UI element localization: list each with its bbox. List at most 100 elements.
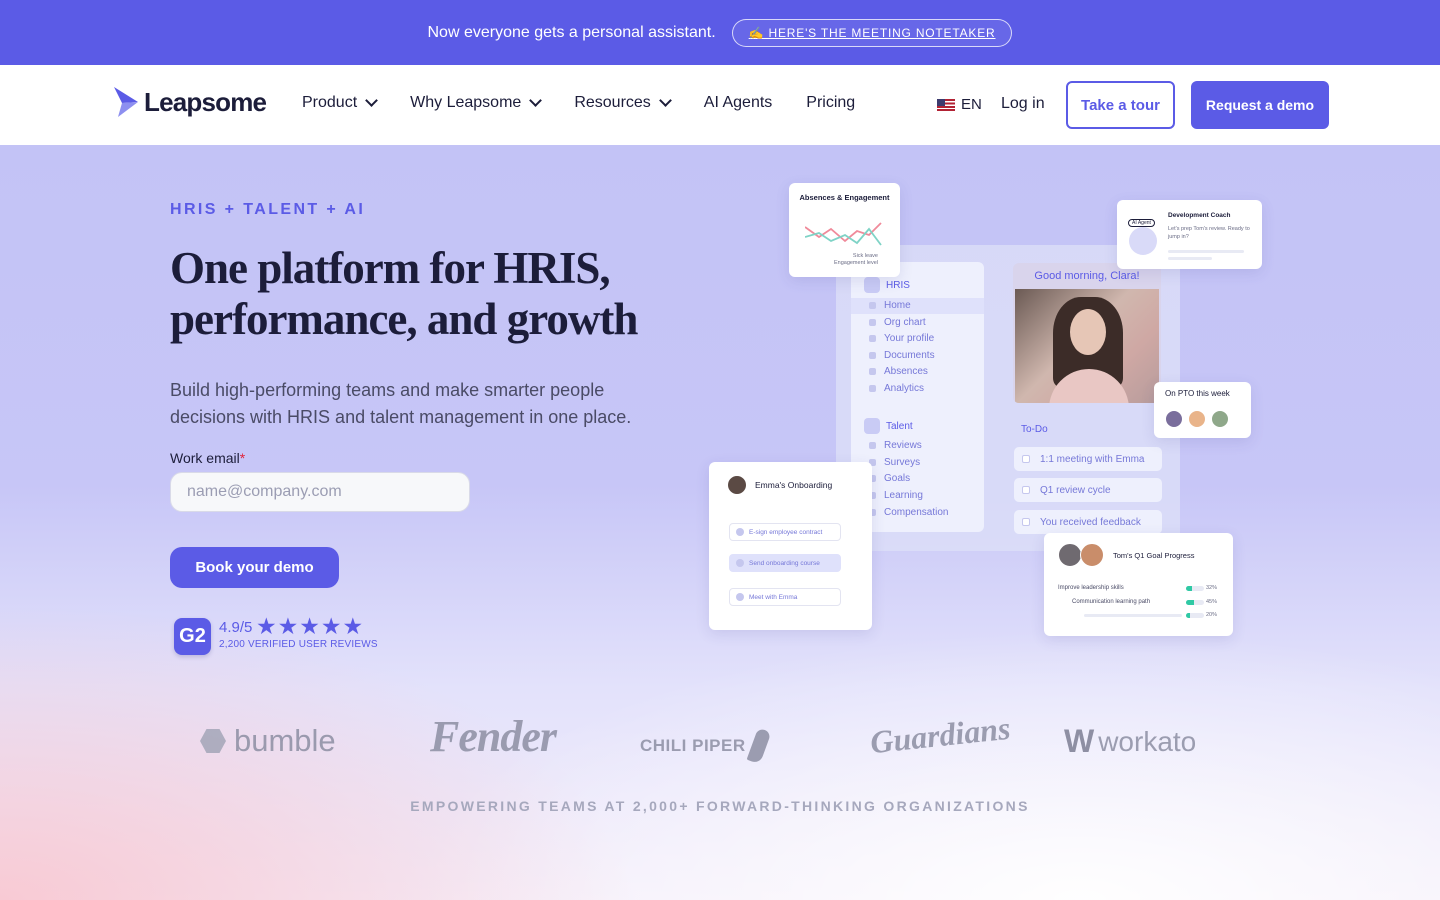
avatar [1211, 410, 1229, 428]
nav-why-leapsome[interactable]: Why Leapsome [410, 94, 543, 112]
todo-item: You received feedback [1014, 510, 1162, 534]
workato-logo: Wworkato [1064, 723, 1196, 760]
review-count: 2,200 VERIFIED USER REVIEWS [219, 639, 378, 650]
step-label: E-sign employee contract [749, 528, 823, 536]
reviews-icon [869, 442, 876, 449]
book-demo-button[interactable]: Book your demo [170, 547, 339, 588]
sidebar-item-label: Reviews [884, 440, 922, 451]
leapsome-logo[interactable]: Leapsome [112, 85, 267, 119]
profile-icon [869, 335, 876, 342]
nav-product-label: Product [302, 94, 358, 111]
language-selector[interactable]: EN [937, 96, 982, 113]
chili-piper-logo: CHILI PIPER [640, 727, 772, 765]
nav-resources-label: Resources [574, 94, 651, 111]
checkbox-icon [1022, 486, 1030, 494]
hero-eyebrow: HRIS + TALENT + AI [170, 201, 366, 218]
chevron-down-icon [529, 94, 543, 107]
request-demo-button[interactable]: Request a demo [1191, 81, 1329, 129]
goal-title: Tom's Q1 Goal Progress [1113, 551, 1195, 560]
org-chart-icon [869, 319, 876, 326]
bumble-logo: bumble [200, 723, 336, 759]
sidebar-item-surveys: Surveys [869, 457, 920, 468]
todo-label: 1:1 meeting with Emma [1040, 453, 1145, 465]
coach-title: Development Coach [1168, 212, 1231, 219]
meeting-notetaker-link[interactable]: ✍️ HERE'S THE MEETING NOTETAKER [731, 18, 1013, 47]
avatar [1165, 410, 1183, 428]
todo-label: Q1 review cycle [1040, 484, 1111, 496]
goal-percent: 32% [1206, 585, 1218, 591]
todo-item: Q1 review cycle [1014, 478, 1162, 502]
sidebar-item-absences: Absences [869, 366, 928, 377]
step-icon [736, 559, 744, 567]
goal-progress-fill [1186, 586, 1192, 591]
absences-title: Absences & Engagement [799, 193, 890, 202]
analytics-icon [869, 385, 876, 392]
talent-label: Talent [886, 420, 913, 432]
login-link[interactable]: Log in [1001, 95, 1045, 113]
step-icon [736, 528, 744, 536]
onboarding-step: Meet with Emma [729, 588, 841, 606]
nav-links: Product Why Leapsome Resources AI Agents… [302, 94, 855, 112]
pto-title: On PTO this week [1165, 389, 1230, 398]
sidebar-item-goals: Goals [869, 473, 910, 484]
coach-line [1168, 250, 1244, 253]
sidebar-section-talent: Talent [864, 418, 913, 434]
onboarding-title: Emma's Onboarding [755, 480, 833, 490]
avatar [1080, 543, 1104, 567]
g2-logo-icon: G2 [174, 618, 211, 655]
take-tour-button[interactable]: Take a tour [1066, 81, 1175, 129]
checkbox-icon [1022, 518, 1030, 526]
nav-pricing[interactable]: Pricing [806, 94, 855, 112]
greeting-card: Good morning, Clara! [1013, 263, 1161, 403]
documents-icon [869, 352, 876, 359]
goal-progress-fill [1186, 600, 1195, 605]
absences-engagement-card: Absences & Engagement Sick leave Engagem… [789, 183, 900, 277]
brand-name: Leapsome [144, 86, 267, 117]
us-flag-icon [937, 98, 955, 111]
engagement-line-chart [805, 222, 882, 246]
home-icon [869, 302, 876, 309]
absences-icon [869, 368, 876, 375]
greeting-text: Good morning, Clara! [1034, 270, 1140, 282]
goal-progress-fill [1186, 613, 1190, 618]
sidebar-item-home: Home [869, 300, 911, 311]
goal-progress-bar [1186, 613, 1204, 618]
main-nav: Leapsome Product Why Leapsome Resources … [0, 65, 1440, 145]
nav-resources[interactable]: Resources [574, 94, 672, 112]
onboarding-step: E-sign employee contract [729, 523, 841, 541]
step-label: Send onboarding course [749, 559, 820, 567]
work-email-input[interactable] [170, 472, 470, 512]
sidebar-item-documents: Documents [869, 350, 935, 361]
goal-placeholder-line [1084, 614, 1182, 617]
leapsome-bird-icon [114, 87, 138, 117]
email-label: Work email* [170, 450, 245, 466]
talent-icon [864, 418, 880, 434]
todo-title: To-Do [1021, 424, 1048, 435]
step-icon [736, 593, 744, 601]
hris-icon [864, 277, 880, 293]
checkbox-icon [1022, 455, 1030, 463]
announcement-text: Now everyone gets a personal assistant. [427, 23, 716, 41]
sidebar-item-label: Surveys [884, 457, 921, 468]
nav-ai-agents-label: AI Agents [703, 94, 773, 111]
goal-label: Communication learning path [1072, 599, 1151, 605]
goal-label: Improve leadership skills [1058, 585, 1124, 591]
sidebar-item-analytics: Analytics [869, 383, 924, 394]
nav-ai-agents[interactable]: AI Agents [704, 94, 773, 112]
hero-section: HRIS + TALENT + AI One platform for HRIS… [0, 145, 1440, 900]
social-proof-tagline: EMPOWERING TEAMS AT 2,000+ FORWARD-THINK… [410, 798, 1030, 814]
sidebar-item-label: Goals [884, 473, 911, 484]
hero-subhead: Build high-performing teams and make sma… [170, 380, 632, 427]
hris-label: HRIS [886, 279, 910, 291]
nav-why-label: Why Leapsome [410, 94, 522, 111]
sidebar-item-label: Your profile [884, 333, 935, 344]
onboarding-card: Emma's Onboarding E-sign employee contra… [709, 462, 872, 630]
sidebar-item-reviews: Reviews [869, 440, 922, 451]
chevron-down-icon [365, 94, 379, 107]
required-mark: * [239, 450, 246, 466]
hero-headline: One platform for HRIS, performance, and … [170, 243, 638, 344]
pto-card: On PTO this week [1154, 382, 1251, 438]
avatar [1188, 410, 1206, 428]
coach-text: Let's prep Tom's review. Ready to jump i… [1168, 226, 1250, 240]
nav-product[interactable]: Product [302, 94, 379, 112]
